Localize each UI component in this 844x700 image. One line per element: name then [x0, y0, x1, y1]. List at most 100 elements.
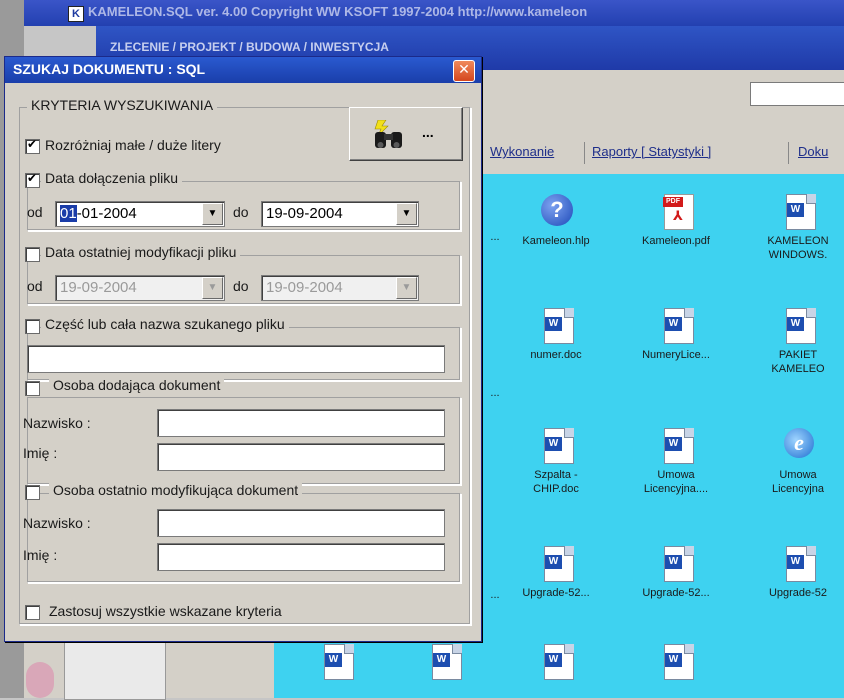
file-item[interactable]: PDF ⅄ Kameleon.pdf [630, 192, 722, 248]
date-modified-to-field[interactable]: 19-09-2004 ▼ [261, 275, 419, 301]
file-item[interactable]: W Upgrade-52 [752, 544, 844, 600]
file-name-checkbox[interactable] [25, 319, 40, 334]
modified-by-checkbox[interactable] [25, 485, 40, 500]
date-added-from-field[interactable]: 01-01-2004 ▼ [55, 201, 225, 227]
added-by-name-label: Imię : [23, 445, 58, 461]
file-list-panel: ... ? Kameleon.hlp PDF ⅄ Kameleon.pdf W K… [480, 174, 844, 634]
modified-by-label: Osoba ostatnio modyfikująca dokument [49, 482, 303, 498]
date-added-checkbox[interactable] [25, 171, 40, 188]
chevron-down-icon[interactable]: ▼ [202, 203, 223, 225]
added-by-name-input[interactable] [157, 443, 445, 471]
app-titlebar: K KAMELEON.SQL ver. 4.00 Copyright WW KS… [24, 0, 844, 26]
chevron-down-icon[interactable]: ▼ [396, 203, 417, 225]
date-added-to-value: 19-09-2004 [266, 205, 343, 222]
word-doc-icon: W [780, 306, 816, 344]
modified-by-surname-input[interactable] [157, 509, 445, 537]
date-modified-to-value: 19-09-2004 [266, 279, 343, 296]
file-item[interactable]: ... [480, 382, 510, 400]
lower-left-pane [64, 638, 166, 700]
tab-separator [788, 142, 789, 164]
date-added-label: Data dołączenia pliku [41, 170, 183, 186]
file-item[interactable]: W Szpalta - CHIP.doc [510, 426, 602, 496]
added-by-checkbox[interactable] [25, 381, 40, 396]
file-item[interactable]: W Upgrade-52... [630, 544, 722, 600]
file-label: ... [490, 589, 500, 601]
file-item[interactable]: ... [480, 226, 510, 244]
word-doc-icon: W [780, 192, 816, 230]
file-item[interactable]: W [290, 642, 382, 680]
file-label: ... [490, 387, 500, 399]
app-title: KAMELEON.SQL ver. 4.00 Copyright WW KSOF… [88, 4, 588, 19]
lower-left-panel [24, 634, 274, 700]
file-item[interactable]: W [630, 642, 722, 680]
date-modified-from-value: 19-09-2004 [60, 279, 137, 296]
case-sensitive-checkbox[interactable] [25, 137, 40, 154]
date-added-from-value: 01-01-2004 [60, 205, 137, 222]
file-item[interactable]: W [510, 642, 602, 680]
file-label: KAMELEON WINDOWS. [767, 235, 829, 261]
file-item[interactable]: W PAKIET KAMELEO [752, 306, 844, 376]
file-item[interactable]: W Upgrade-52... [510, 544, 602, 600]
word-doc-icon: W [780, 544, 816, 582]
date-modified-label: Data ostatniej modyfikacji pliku [41, 244, 241, 260]
date-modified-from-field[interactable]: 19-09-2004 ▼ [55, 275, 225, 301]
date-modified-to-label: do [233, 278, 249, 294]
file-label: Kameleon.pdf [642, 235, 710, 247]
apply-all-label: Zastosuj wszystkie wskazane kryteria [49, 603, 282, 619]
date-modified-from-label: od [27, 278, 43, 294]
app-combobox[interactable] [750, 82, 844, 106]
file-label: NumeryLice... [642, 349, 710, 361]
tab-wykonanie[interactable]: Wykonanie [490, 144, 554, 159]
word-doc-icon: W [538, 306, 574, 344]
date-added-from-label: od [27, 204, 43, 220]
word-doc-icon: W [538, 642, 574, 680]
word-doc-icon: W [658, 544, 694, 582]
modified-by-name-input[interactable] [157, 543, 445, 571]
case-sensitive-label: Rozróżniaj małe / duże litery [45, 137, 221, 153]
search-options-dots: ... [422, 124, 434, 140]
file-label: Upgrade-52 [768, 587, 828, 599]
modified-by-surname-label: Nazwisko : [23, 515, 91, 531]
file-item[interactable]: ... [480, 584, 510, 602]
word-doc-icon: W [658, 306, 694, 344]
apply-all-checkbox[interactable] [25, 605, 40, 620]
word-doc-icon: W [538, 544, 574, 582]
file-item[interactable]: W numer.doc [510, 306, 602, 362]
file-item[interactable]: W Umowa Licencyjna.... [630, 426, 722, 496]
search-dialog: SZUKAJ DOKUMENTU : SQL ✕ KRYTERIA WYSZUK… [4, 56, 482, 642]
chevron-down-icon[interactable]: ▼ [202, 277, 223, 299]
added-by-surname-label: Nazwisko : [23, 415, 91, 431]
word-doc-icon: W [318, 642, 354, 680]
date-added-to-label: do [233, 204, 249, 220]
file-item[interactable]: e Umowa Licencyjna [752, 426, 844, 496]
added-by-surname-input[interactable] [157, 409, 445, 437]
file-item[interactable]: ? Kameleon.hlp [510, 192, 602, 248]
file-label: Umowa Licencyjna [772, 469, 824, 495]
file-name-input[interactable] [27, 345, 445, 373]
date-added-to-field[interactable]: 19-09-2004 ▼ [261, 201, 419, 227]
file-list-lower: W W W W [274, 634, 844, 698]
dialog-titlebar[interactable]: SZUKAJ DOKUMENTU : SQL ✕ [5, 57, 481, 83]
chevron-down-icon[interactable]: ▼ [396, 277, 417, 299]
file-item[interactable]: W NumeryLice... [630, 306, 722, 362]
date-modified-checkbox[interactable] [25, 247, 40, 262]
criteria-legend: KRYTERIA WYSZUKIWANIA [27, 97, 218, 113]
word-doc-icon: W [658, 642, 694, 680]
file-item[interactable]: W KAMELEON WINDOWS. [752, 192, 844, 262]
file-label: Upgrade-52... [642, 587, 710, 599]
modified-by-name-label: Imię : [23, 547, 58, 563]
file-label: numer.doc [530, 349, 582, 361]
tab-separator [584, 142, 585, 164]
date-added-from-selected: 01 [60, 205, 77, 222]
tab-dokumenty[interactable]: Doku [798, 144, 828, 159]
file-item[interactable]: W [398, 642, 490, 680]
search-button[interactable]: ... [349, 107, 463, 161]
file-label: Umowa Licencyjna.... [643, 469, 709, 495]
word-doc-icon: W [658, 426, 694, 464]
tab-raporty[interactable]: Raporty [ Statystyki ] [592, 144, 711, 159]
word-doc-icon: W [426, 642, 462, 680]
cd-icon [26, 662, 54, 698]
file-label: Upgrade-52... [522, 587, 590, 599]
close-button[interactable]: ✕ [453, 60, 475, 82]
app-logo-icon: K [68, 6, 84, 22]
